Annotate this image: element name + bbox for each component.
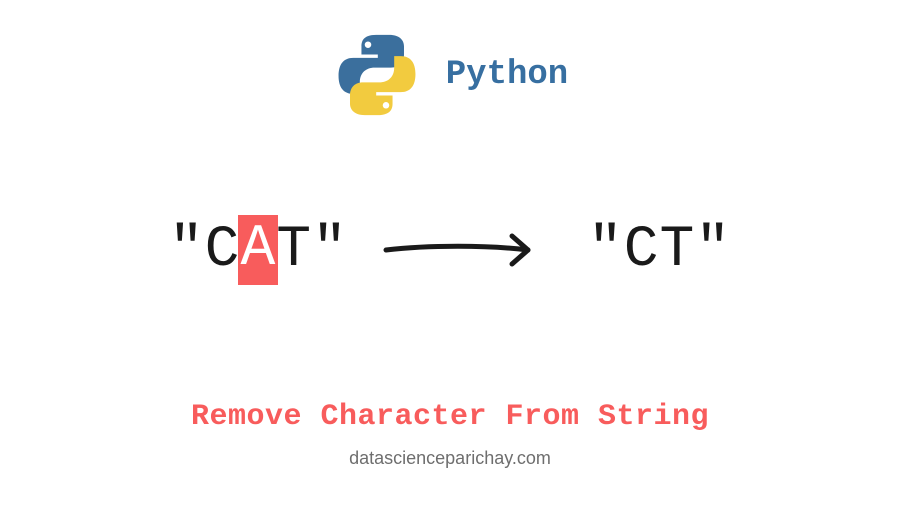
- quote-close: ": [312, 218, 348, 283]
- python-logo-icon: [332, 30, 422, 120]
- output-string: "CT": [588, 218, 731, 283]
- header: Python: [0, 30, 900, 120]
- transform-diagram: " C A T " "CT": [0, 215, 900, 285]
- highlighted-char: A: [238, 215, 278, 285]
- input-string: " C A T ": [169, 215, 348, 285]
- input-after: T: [276, 218, 312, 283]
- caption: Remove Character From String: [0, 400, 900, 434]
- quote-open: ": [169, 218, 205, 283]
- language-label: Python: [446, 56, 568, 94]
- arrow-right-icon: [378, 220, 558, 280]
- input-before: C: [205, 218, 241, 283]
- site-credit: datascienceparichay.com: [0, 448, 900, 469]
